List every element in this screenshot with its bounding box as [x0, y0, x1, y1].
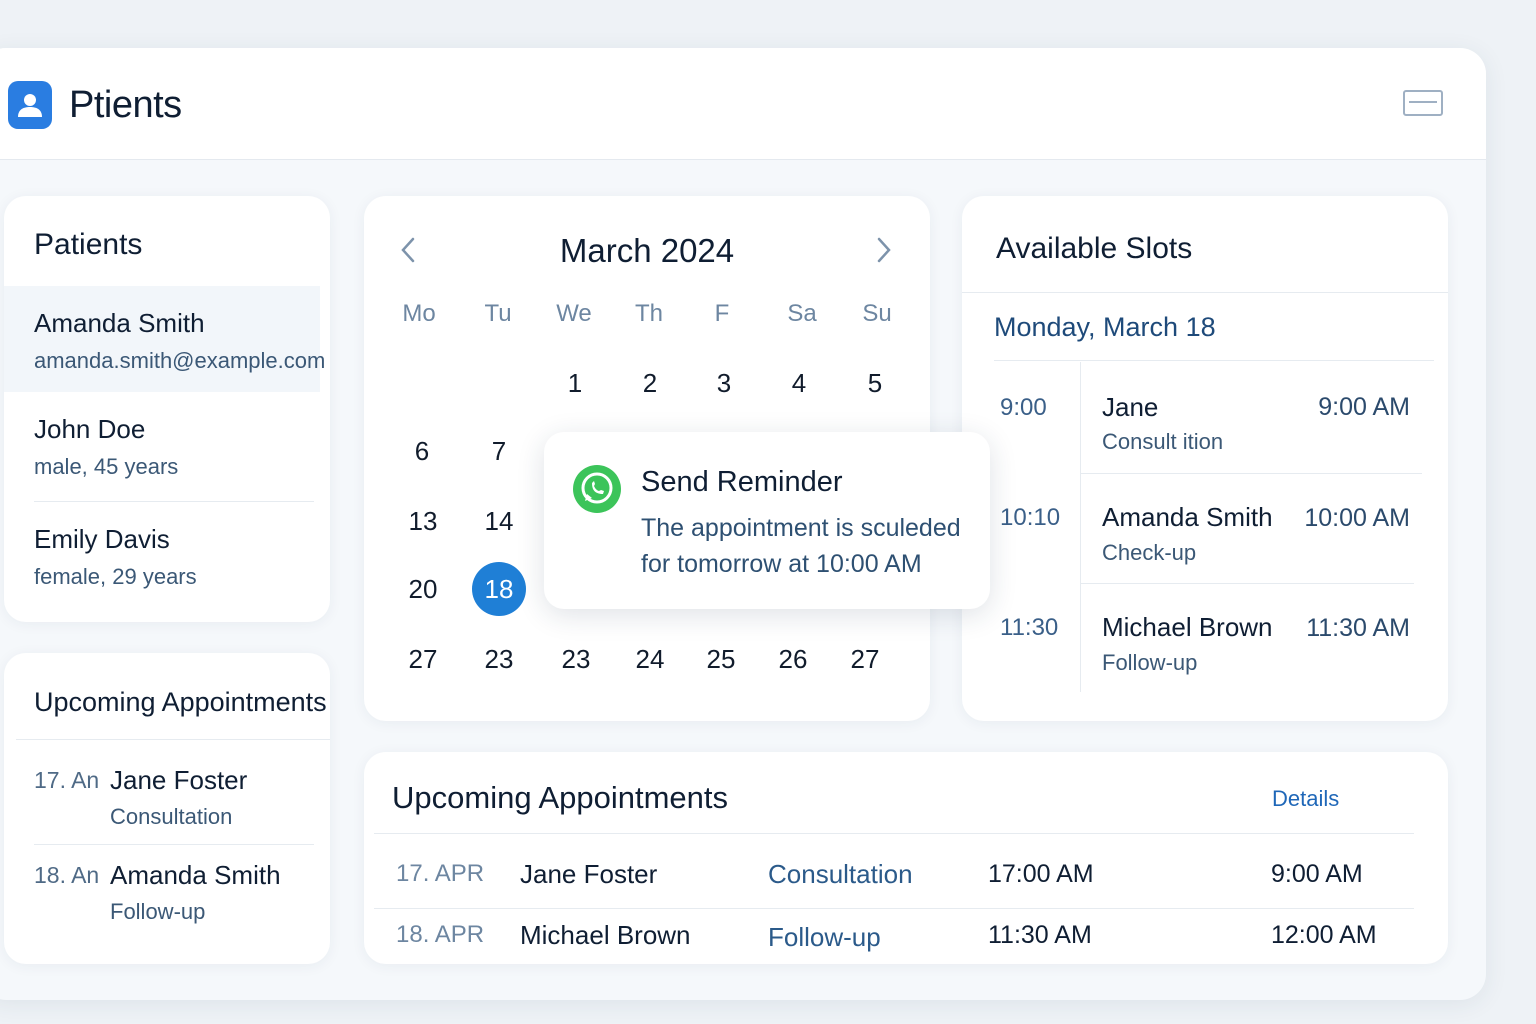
divider: [1080, 583, 1414, 584]
upcoming-sidebar-title: Upcoming Appointments: [34, 687, 327, 717]
patient-email: amanda.smith@example.com: [34, 348, 326, 373]
divider: [34, 844, 314, 845]
row-time: 11:30 AM: [988, 921, 1092, 949]
weekday-label: Mo: [402, 300, 436, 327]
divider: [1080, 473, 1422, 474]
calendar-day[interactable]: 23: [549, 632, 603, 686]
weekday-label: F: [714, 300, 730, 327]
reminder-message: The appointment is sculeded for tomorrow…: [641, 514, 961, 578]
divider: [994, 360, 1434, 361]
weekday-label: Th: [634, 300, 663, 327]
patient-name: John Doe: [34, 414, 146, 444]
slot-time-label: 9:00 AM: [1318, 393, 1410, 421]
send-reminder-popup[interactable]: Send Reminder The appointment is sculede…: [544, 432, 990, 609]
divider: [374, 833, 1414, 834]
details-link[interactable]: Details: [1272, 786, 1339, 812]
row-end-time: 12:00 AM: [1271, 921, 1377, 949]
calendar-day[interactable]: 6: [395, 424, 449, 478]
weekday-label: We: [556, 300, 592, 327]
reminder-title: Send Reminder: [641, 466, 843, 498]
whatsapp-icon: [572, 463, 622, 520]
calendar-day[interactable]: 14: [472, 494, 526, 548]
slots-title: Available Slots: [996, 232, 1193, 265]
patients-card: Patients Amanda Smith amanda.smith@examp…: [4, 196, 330, 622]
calendar-day[interactable]: 27: [396, 632, 450, 686]
weekday-label: Tu: [484, 300, 512, 327]
slots-time-divider: [1080, 362, 1081, 692]
slot-type: Check-up: [1102, 540, 1197, 565]
calendar-day[interactable]: 24: [623, 632, 677, 686]
top-bar: [0, 48, 1486, 160]
weekday-label: Su: [862, 300, 892, 327]
appointment-name: Amanda Smith: [110, 860, 281, 890]
appointment-date: 18. An: [34, 862, 100, 888]
available-slots-card: Available Slots Monday, March 18 9:00 Ja…: [962, 196, 1448, 721]
patient-item[interactable]: Amanda Smith amanda.smith@example.com: [4, 286, 325, 392]
patient-name: Emily Davis: [34, 524, 170, 554]
upcoming-appointments-sidebar: Upcoming Appointments 17. An Jane Foster…: [4, 653, 330, 964]
slot-type: Consult ition: [1102, 429, 1224, 454]
calendar-day[interactable]: 23: [472, 632, 526, 686]
patients-title: Patients: [34, 228, 143, 261]
calendar-day[interactable]: 27: [838, 632, 892, 686]
row-end-time: 9:00 AM: [1271, 860, 1363, 888]
slot-patient: Jane: [1102, 392, 1159, 422]
calendar-day[interactable]: 13: [396, 494, 450, 548]
appointment-date: 17. An: [34, 767, 100, 793]
calendar-day[interactable]: 2: [623, 356, 677, 410]
patient-info: female, 29 years: [34, 564, 197, 589]
window-toggle-button[interactable]: [1403, 90, 1443, 116]
chevron-right-icon[interactable]: [876, 236, 892, 272]
patient-info: male, 45 years: [34, 454, 179, 479]
patient-name: Amanda Smith: [34, 308, 205, 338]
slot-time: 10:10: [1000, 504, 1061, 531]
calendar-day[interactable]: 20: [396, 562, 450, 616]
user-icon: [8, 81, 52, 129]
calendar-day[interactable]: 3: [697, 356, 751, 410]
weekday-label: Sa: [787, 300, 817, 327]
divider: [962, 292, 1448, 293]
calendar-month-title: March 2024: [559, 232, 735, 269]
calendar-day[interactable]: 4: [772, 356, 826, 410]
patient-item[interactable]: Emily Davis female, 29 years: [4, 502, 320, 610]
calendar-day[interactable]: 25: [694, 632, 748, 686]
slot-time-label: 11:30 AM: [1306, 614, 1410, 642]
calendar-day[interactable]: 1: [548, 356, 602, 410]
slot-time-label: 10:00 AM: [1304, 504, 1410, 532]
patient-item[interactable]: John Doe male, 45 years: [4, 392, 320, 500]
row-date: 18. APR: [396, 921, 485, 948]
divider: [16, 739, 330, 740]
row-patient: Michael Brown: [520, 920, 691, 950]
page-title: Ptients: [69, 84, 182, 126]
appointment-type: Follow-up: [110, 899, 206, 924]
upcoming-appointments-table: Upcoming Appointments Details 17. APR Ja…: [364, 752, 1448, 964]
row-type: Follow-up: [768, 922, 881, 952]
slot-type: Follow-up: [1102, 650, 1198, 675]
upcoming-table-title: Upcoming Appointments: [392, 780, 729, 815]
appointment-name: Jane Foster: [110, 765, 248, 795]
row-date: 17. APR: [396, 860, 485, 887]
calendar-day-selected[interactable]: 18: [472, 562, 526, 616]
slot-time: 11:30: [1000, 614, 1059, 641]
divider: [374, 908, 1414, 909]
slot-patient: Michael Brown: [1102, 612, 1273, 642]
slot-patient: Amanda Smith: [1102, 502, 1273, 532]
calendar-day[interactable]: 26: [766, 632, 820, 686]
slots-day-heading: Monday, March 18: [994, 312, 1216, 342]
row-patient: Jane Foster: [520, 859, 658, 889]
row-type: Consultation: [768, 859, 913, 889]
slot-time: 9:00: [1000, 394, 1047, 421]
calendar-day[interactable]: 7: [472, 424, 526, 478]
calendar-day[interactable]: 5: [848, 356, 902, 410]
row-time: 17:00 AM: [988, 860, 1094, 888]
appointment-type: Consultation: [110, 804, 233, 829]
